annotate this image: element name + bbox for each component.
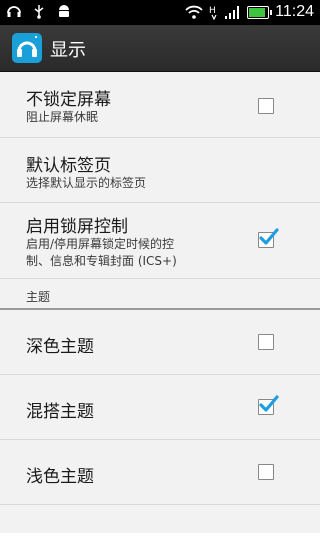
wifi-icon (185, 5, 203, 19)
keep-screen-on-checkbox[interactable] (258, 98, 274, 114)
system-icons: H 11:24 (185, 3, 314, 21)
pref-keep-screen-on[interactable]: 不锁定屏幕 阻止屏幕休眠 (0, 72, 320, 138)
usb-icon (34, 5, 44, 19)
headphones-notification-icon (7, 6, 21, 17)
pref-default-tab[interactable]: 默认标签页 选择默认显示的标签页 (0, 138, 320, 203)
pref-title: 不锁定屏幕 (26, 90, 111, 110)
pref-summary: 阻止屏幕休眠 (26, 110, 99, 124)
pref-theme-dark[interactable]: 深色主题 (0, 310, 320, 375)
lockscreen-controls-checkbox[interactable] (258, 228, 279, 248)
pref-title: 混搭主题 (26, 402, 94, 422)
dark-theme-checkbox[interactable] (258, 334, 274, 350)
light-theme-checkbox[interactable] (258, 464, 274, 480)
network-h-icon: H (209, 6, 217, 20)
settings-list: 不锁定屏幕 阻止屏幕休眠 默认标签页 选择默认显示的标签页 启用锁屏控制 启用/… (0, 72, 320, 505)
battery-icon (247, 5, 273, 19)
pref-title: 深色主题 (26, 337, 94, 357)
pref-title: 启用锁屏控制 (26, 217, 128, 237)
clock: 11:24 (275, 3, 314, 20)
pref-summary: 选择默认显示的标签页 (26, 176, 147, 190)
pref-title: 浅色主题 (26, 467, 94, 487)
checkmark-icon (259, 395, 279, 412)
pref-summary-line2: 制、信息和专辑封面 (ICS+) (26, 254, 177, 268)
app-headphones-icon[interactable] (12, 33, 42, 63)
checkmark-icon (259, 228, 279, 245)
pref-lockscreen-controls[interactable]: 启用锁屏控制 启用/停用屏幕锁定时候的控 制、信息和专辑封面 (ICS+) (0, 203, 320, 279)
page-title: 显示 (50, 40, 86, 61)
status-bar: H 11:24 (0, 0, 320, 25)
pref-theme-mixed[interactable]: 混搭主题 (0, 375, 320, 440)
mixed-theme-checkbox[interactable] (258, 395, 279, 415)
pref-theme-light[interactable]: 浅色主题 (0, 440, 320, 505)
pref-summary-line1: 启用/停用屏幕锁定时候的控 (26, 237, 175, 251)
action-bar: 显示 (0, 25, 320, 72)
svg-text:H: H (209, 6, 216, 16)
section-label: 主题 (26, 290, 51, 304)
signal-icon (225, 6, 240, 19)
pref-title: 默认标签页 (26, 156, 111, 176)
notification-icons (6, 3, 72, 19)
android-debug-icon (59, 5, 69, 17)
section-header-theme: 主题 (0, 279, 320, 310)
